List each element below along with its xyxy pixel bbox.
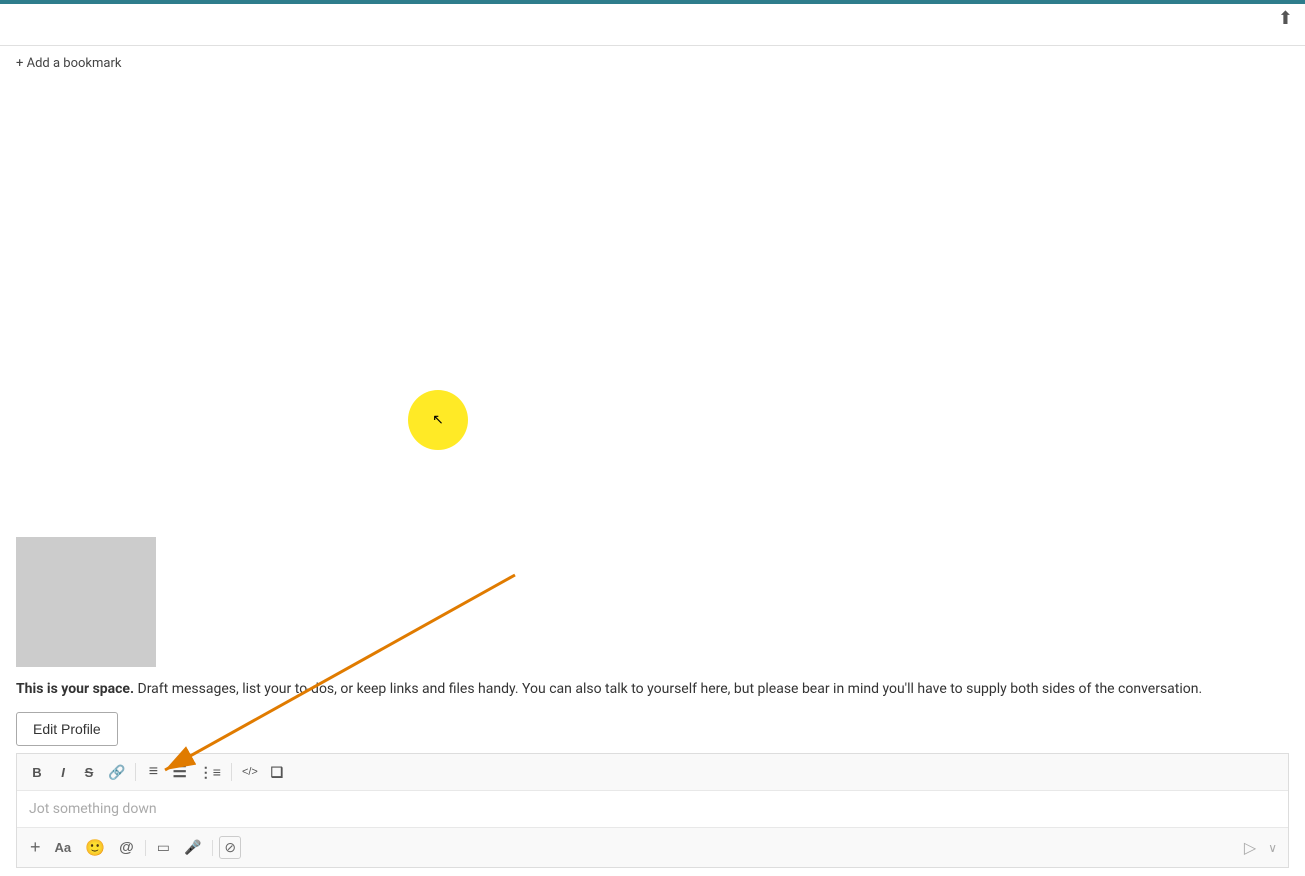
toolbar-separator-2 [231, 763, 232, 781]
cursor-pointer: ↖ [432, 412, 444, 428]
microphone-button[interactable]: 🎤 [179, 836, 206, 859]
composer-placeholder: Jot something down [29, 801, 157, 817]
edit-profile-button[interactable]: Edit Profile [16, 712, 118, 746]
emoji-button[interactable]: 🙂 [80, 835, 110, 861]
top-right-icon[interactable]: ⬆ [1278, 8, 1293, 29]
screen-share-button[interactable]: ▭ [152, 836, 175, 859]
bottom-separator-1 [145, 840, 146, 856]
profile-description-rest: Draft messages, list your to-dos, or kee… [134, 681, 1202, 697]
strikethrough-button[interactable]: S [77, 760, 101, 784]
send-options-button[interactable]: ∨ [1265, 838, 1280, 858]
send-button[interactable]: ▷ [1239, 835, 1261, 861]
upload-icon: ⬆ [1278, 8, 1293, 29]
profile-description: This is your space. Draft messages, list… [16, 679, 1289, 700]
composer-toolbar: B I S 🔗 ≡ ☰ ⋮≡ </> ❑ [17, 754, 1288, 791]
bold-button[interactable]: B [25, 760, 49, 784]
composer: B I S 🔗 ≡ ☰ ⋮≡ </> ❑ Jot something down … [16, 753, 1289, 868]
cursor-highlight: ↖ [408, 390, 468, 450]
main-content: ↖ This is your space. Draft messages, li… [0, 80, 1305, 876]
composer-input-area[interactable]: Jot something down [17, 791, 1288, 827]
ordered-list-button[interactable]: ☰ [167, 760, 191, 784]
profile-description-bold: This is your space. [16, 681, 134, 697]
profile-section: This is your space. Draft messages, list… [0, 537, 1305, 746]
bottom-separator-2 [212, 840, 213, 856]
toolbar-separator-1 [135, 763, 136, 781]
profile-image [16, 537, 156, 667]
format-button[interactable]: Aa [50, 837, 77, 858]
code-button[interactable]: </> [237, 760, 263, 784]
indent-list-button[interactable]: ⋮≡ [194, 760, 226, 784]
italic-button[interactable]: I [51, 760, 75, 784]
add-bookmark-button[interactable]: + Add a bookmark [16, 56, 121, 71]
composer-bottom-bar: + Aa 🙂 @ ▭ 🎤 ⊘ ▷ ∨ [17, 827, 1288, 867]
composer-bottom-right: ▷ ∨ [1239, 835, 1280, 861]
blockquote-button[interactable]: ❑ [265, 760, 289, 784]
unordered-list-button[interactable]: ≡ [141, 760, 165, 784]
slash-command-button[interactable]: ⊘ [219, 836, 241, 859]
mention-button[interactable]: @ [114, 836, 139, 859]
bookmark-bar: + Add a bookmark [0, 45, 1305, 82]
plus-button[interactable]: + [25, 834, 46, 861]
link-button[interactable]: 🔗 [103, 760, 130, 784]
composer-bottom-left: + Aa 🙂 @ ▭ 🎤 ⊘ [25, 834, 1239, 861]
top-progress-bar [0, 0, 1305, 4]
